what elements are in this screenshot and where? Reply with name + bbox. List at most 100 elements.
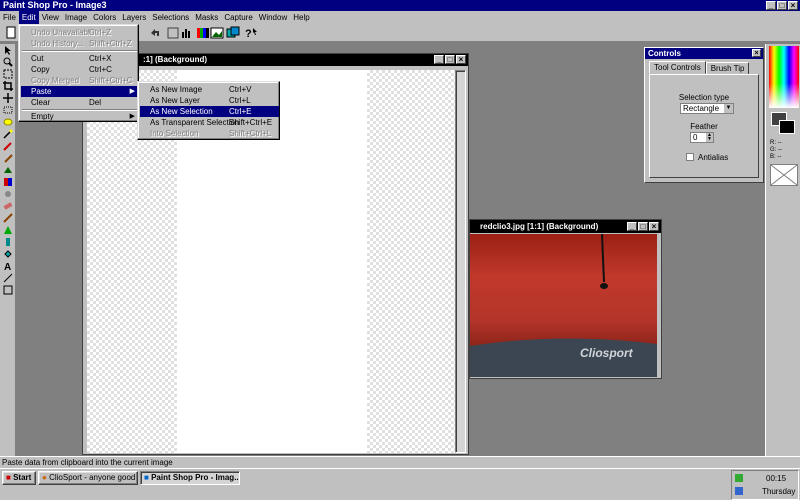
taskbar-button-cliosport[interactable]: ● ClioSport - anyone good ... <box>38 471 138 485</box>
maximize-button[interactable]: □ <box>777 1 787 10</box>
color-swatches[interactable] <box>769 110 799 138</box>
feather-value: 0 <box>693 133 698 142</box>
menu-capture[interactable]: Capture <box>221 11 255 24</box>
eraser-tool-icon[interactable] <box>1 200 15 212</box>
menu-item-clear[interactable]: Clear Del <box>21 97 138 108</box>
freehand-tool-icon[interactable] <box>1 116 15 128</box>
menu-item-cut[interactable]: Cut Ctrl+X <box>21 53 138 64</box>
taskbar-button-paintshop[interactable]: ■ Paint Shop Pro - Imag... <box>140 471 240 485</box>
texture-swatch[interactable] <box>770 164 798 186</box>
crop-tool-icon[interactable] <box>1 80 15 92</box>
menu-image[interactable]: Image <box>62 11 90 24</box>
menu-item-copy-merged[interactable]: Copy Merged Shift+Ctrl+C <box>21 75 138 86</box>
menu-item-copy[interactable]: Copy Ctrl+C <box>21 64 138 75</box>
menu-colors[interactable]: Colors <box>90 11 119 24</box>
text-tool-icon[interactable]: A <box>1 260 15 272</box>
dropper-tool-icon[interactable] <box>1 140 15 152</box>
menu-item-as-new-image[interactable]: As New Image Ctrl+V <box>140 84 279 95</box>
menu-item-as-transparent-selection[interactable]: As Transparent Selection Shift+Ctrl+E <box>140 117 279 128</box>
menu-item-undo-history[interactable]: Undo History... Shift+Ctrl+Z <box>21 38 138 49</box>
menu-window[interactable]: Window <box>256 11 290 24</box>
image3-title-bar[interactable]: :1] (Background) _ □ × <box>83 54 468 66</box>
menu-item-into-selection[interactable]: Into Selection Shift+Ctrl+L <box>140 128 279 139</box>
menu-item-as-new-selection[interactable]: As New Selection Ctrl+E <box>140 106 279 117</box>
menu-item-empty[interactable]: Empty ▶ <box>21 111 138 122</box>
arrow-tool-icon[interactable] <box>1 44 15 56</box>
start-label: Start <box>13 473 32 482</box>
deform-tool-icon[interactable] <box>1 68 15 80</box>
chevron-down-icon[interactable]: ▼ <box>724 104 733 113</box>
transparency-grid-right <box>367 70 461 453</box>
retouch-tool-icon[interactable] <box>1 188 15 200</box>
minimize-button[interactable]: _ <box>766 1 776 10</box>
menu-layers[interactable]: Layers <box>119 11 149 24</box>
clone-brush-icon[interactable] <box>1 164 15 176</box>
menu-item-as-transparent-selection-label: As Transparent Selection <box>150 118 240 127</box>
app-title-bar[interactable]: Paint Shop Pro - Image3 _ □ × <box>0 0 800 11</box>
menu-selections[interactable]: Selections <box>149 11 192 24</box>
menu-item-clear-shortcut: Del <box>89 98 102 107</box>
mover-tool-icon[interactable] <box>1 92 15 104</box>
scratch-remover-icon[interactable] <box>1 212 15 224</box>
histogram-icon[interactable] <box>180 26 194 40</box>
menu-item-as-new-selection-label: As New Selection <box>150 107 213 116</box>
menu-item-as-new-layer-shortcut: Ctrl+L <box>229 96 251 105</box>
tool-icon[interactable] <box>166 26 180 40</box>
airbrush-icon[interactable] <box>1 236 15 248</box>
controls-close-button[interactable]: × <box>752 49 761 57</box>
menu-item-undo[interactable]: Undo Unavailable Ctrl+Z <box>21 27 138 38</box>
start-button[interactable]: ■ Start <box>2 471 36 485</box>
photo-title-bar[interactable]: redclio3.jpg [1:1] (Background) _ □ × <box>470 220 661 233</box>
image3-vertical-scrollbar[interactable] <box>455 70 466 453</box>
antialias-label: Antialias <box>698 153 729 162</box>
menu-item-as-new-layer[interactable]: As New Layer Ctrl+L <box>140 95 279 106</box>
menu-item-paste[interactable]: Paste ▶ <box>21 86 138 97</box>
edit-menu: Undo Unavailable Ctrl+Z Undo History... … <box>18 24 139 122</box>
paintbrush-tool-icon[interactable] <box>1 152 15 164</box>
zoom-tool-icon[interactable] <box>1 56 15 68</box>
flood-fill-icon[interactable] <box>1 248 15 260</box>
color-spectrum[interactable] <box>769 46 799 108</box>
image3-maximize-button[interactable]: □ <box>445 55 455 64</box>
antialias-checkbox[interactable] <box>686 153 694 161</box>
image-view-icon[interactable] <box>210 26 224 40</box>
magic-wand-icon[interactable] <box>1 128 15 140</box>
photo-minimize-button[interactable]: _ <box>627 222 637 231</box>
tray-app-icon-2[interactable] <box>734 486 744 496</box>
menu-edit[interactable]: Edit <box>18 11 39 24</box>
tab-tool-controls[interactable]: Tool Controls <box>649 61 706 74</box>
close-button[interactable]: × <box>788 1 798 10</box>
feather-input[interactable]: 0 ▲ ▼ <box>690 132 714 143</box>
undo-icon[interactable] <box>148 26 162 40</box>
new-file-icon[interactable] <box>4 26 18 40</box>
draw-tool-icon[interactable] <box>1 272 15 284</box>
tray-app-icon-1[interactable] <box>734 473 744 483</box>
background-color-swatch[interactable] <box>779 120 795 134</box>
selection-tool-icon[interactable] <box>1 104 15 116</box>
controls-title-bar[interactable]: Controls × <box>645 48 763 59</box>
help-icon[interactable]: ? <box>244 26 258 40</box>
menu-item-copy-shortcut: Ctrl+C <box>89 65 112 74</box>
layers-icon[interactable] <box>226 26 240 40</box>
menu-file[interactable]: File <box>0 11 19 24</box>
menu-masks[interactable]: Masks <box>192 11 221 24</box>
clock-time[interactable]: 00:15 <box>766 474 786 483</box>
menu-item-clear-label: Clear <box>31 98 51 107</box>
controls-panel: Controls × Tool Controls Brush Tip Selec… <box>644 47 764 183</box>
photo-maximize-button[interactable]: □ <box>638 222 648 231</box>
color-replacer-icon[interactable] <box>1 176 15 188</box>
selection-type-select[interactable]: Rectangle ▼ <box>680 103 734 114</box>
feather-spinner[interactable]: ▲ ▼ <box>706 133 713 142</box>
color-bars-icon[interactable] <box>196 26 210 40</box>
picture-tube-icon[interactable] <box>1 224 15 236</box>
car-photo[interactable]: Cliosport <box>470 234 657 377</box>
menu-help[interactable]: Help <box>290 11 312 24</box>
image3-minimize-button[interactable]: _ <box>434 55 444 64</box>
image3-close-button[interactable]: × <box>456 55 466 64</box>
photo-close-button[interactable]: × <box>649 222 659 231</box>
menu-view[interactable]: View <box>39 11 62 24</box>
menu-item-empty-label: Empty <box>31 112 54 121</box>
menu-separator <box>22 50 137 52</box>
preset-shapes-icon[interactable] <box>1 284 15 296</box>
tool-palette: A <box>0 44 16 456</box>
